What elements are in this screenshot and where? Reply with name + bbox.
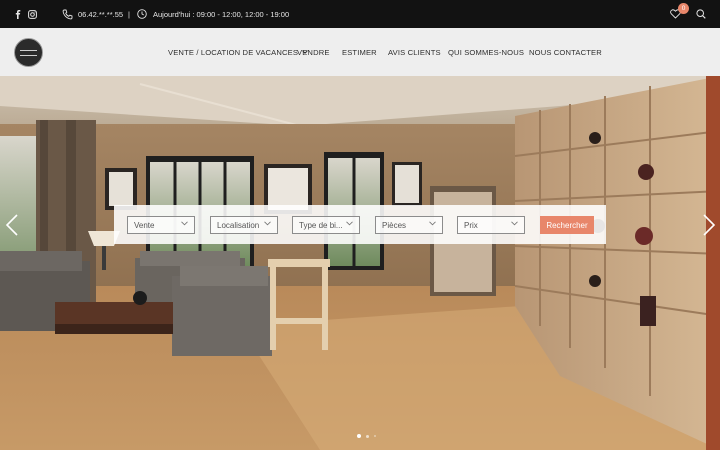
search-button[interactable]: Rechercher	[540, 216, 594, 234]
property-search-form: Vente Localisation Type de bi... Pièces …	[114, 205, 606, 244]
search-icon[interactable]	[696, 0, 706, 28]
nav-item-sell[interactable]: VENDRE	[297, 28, 330, 76]
living-room-photo	[0, 76, 720, 450]
chevron-down-icon	[511, 221, 518, 226]
topbar-separator: |	[128, 9, 130, 19]
chevron-left-icon[interactable]	[5, 214, 19, 236]
price-select[interactable]: Prix	[457, 216, 525, 234]
nav-item-contact[interactable]: NOUS CONTACTER	[529, 28, 602, 76]
facebook-icon[interactable]	[15, 0, 21, 28]
phone-number[interactable]: 06.42.**.**.55	[78, 0, 123, 28]
instagram-icon[interactable]	[28, 0, 37, 28]
rooms-select[interactable]: Pièces	[375, 216, 443, 234]
slider-dot-1[interactable]	[357, 434, 361, 438]
select-value: Type de bi...	[299, 220, 343, 230]
hero-slider	[0, 76, 720, 450]
select-value: Localisation	[217, 220, 260, 230]
select-value: Pièces	[382, 220, 407, 230]
nav-item-label: VENTE / LOCATION DE VACANCES	[168, 47, 299, 57]
chevron-down-icon	[264, 221, 271, 226]
slider-dot-3[interactable]	[374, 435, 376, 437]
select-value: Prix	[464, 220, 478, 230]
opening-hours: Aujourd'hui : 09:00 - 12:00, 12:00 - 19:…	[153, 9, 290, 19]
nav-item-sale-rental[interactable]: VENTE / LOCATION DE VACANCES	[168, 28, 308, 76]
nav-item-estimate[interactable]: ESTIMER	[342, 28, 377, 76]
nav-item-about[interactable]: QUI SOMMES-NOUS	[448, 28, 524, 76]
favorites-count-badge: 0	[678, 3, 689, 14]
chevron-down-icon	[181, 221, 188, 226]
chevron-down-icon	[429, 221, 436, 226]
slider-dot-2[interactable]	[366, 434, 369, 438]
clock-icon	[137, 0, 147, 28]
transaction-type-select[interactable]: Vente	[127, 216, 195, 234]
agency-logo[interactable]	[14, 38, 43, 67]
location-select[interactable]: Localisation	[210, 216, 278, 234]
select-value: Vente	[134, 220, 155, 230]
chevron-right-icon[interactable]	[702, 214, 716, 236]
top-bar: 06.42.**.**.55 | Aujourd'hui : 09:00 - 1…	[0, 0, 720, 28]
property-type-select[interactable]: Type de bi...	[292, 216, 360, 234]
main-header: VENTE / LOCATION DE VACANCES VENDRE ESTI…	[0, 28, 720, 76]
logo-mark	[20, 49, 37, 56]
chevron-down-icon	[346, 221, 353, 226]
phone-icon	[62, 0, 73, 28]
nav-item-reviews[interactable]: AVIS CLIENTS	[388, 28, 441, 76]
